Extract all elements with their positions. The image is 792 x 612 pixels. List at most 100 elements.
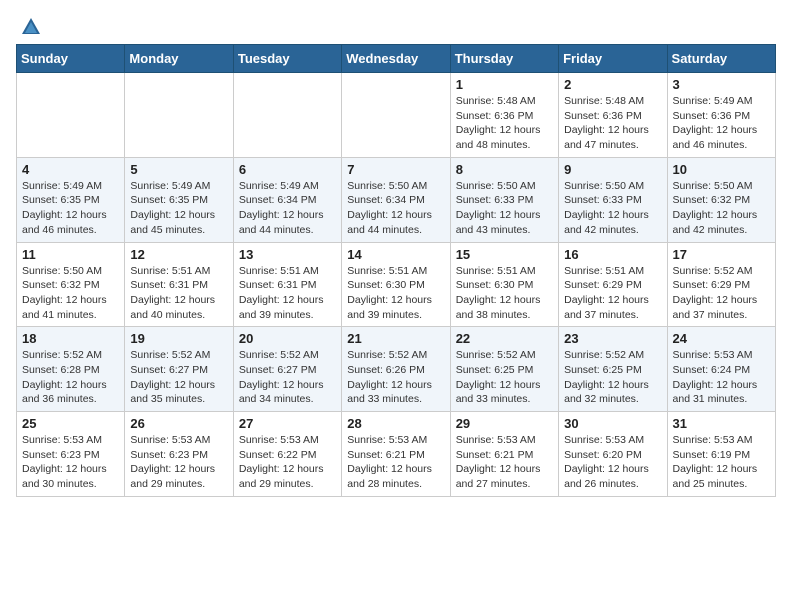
day-number: 25 <box>22 416 119 431</box>
day-info-line: Daylight: 12 hours <box>22 378 119 393</box>
day-info-line: Sunset: 6:21 PM <box>456 448 553 463</box>
day-number: 26 <box>130 416 227 431</box>
day-info-line: Daylight: 12 hours <box>239 462 336 477</box>
day-info-line: Sunrise: 5:52 AM <box>673 264 770 279</box>
day-info-line: Daylight: 12 hours <box>564 293 661 308</box>
day-info-line: Daylight: 12 hours <box>456 293 553 308</box>
calendar-cell: 2Sunrise: 5:48 AMSunset: 6:36 PMDaylight… <box>559 73 667 158</box>
day-info-line: Sunrise: 5:50 AM <box>456 179 553 194</box>
calendar-cell: 23Sunrise: 5:52 AMSunset: 6:25 PMDayligh… <box>559 327 667 412</box>
day-info-line: Sunset: 6:23 PM <box>130 448 227 463</box>
day-info-line: and 39 minutes. <box>347 308 444 323</box>
day-info-line: Sunrise: 5:50 AM <box>673 179 770 194</box>
day-info-line: Sunrise: 5:53 AM <box>239 433 336 448</box>
calendar-week-row: 18Sunrise: 5:52 AMSunset: 6:28 PMDayligh… <box>17 327 776 412</box>
day-info-line: Sunset: 6:31 PM <box>130 278 227 293</box>
day-number: 6 <box>239 162 336 177</box>
day-number: 3 <box>673 77 770 92</box>
calendar-cell: 29Sunrise: 5:53 AMSunset: 6:21 PMDayligh… <box>450 412 558 497</box>
day-info-line: Sunset: 6:23 PM <box>22 448 119 463</box>
day-info-line: Sunset: 6:32 PM <box>673 193 770 208</box>
day-info-line: Sunset: 6:36 PM <box>456 109 553 124</box>
day-info-line: Sunrise: 5:52 AM <box>456 348 553 363</box>
day-info-line: and 41 minutes. <box>22 308 119 323</box>
day-info-line: Sunrise: 5:52 AM <box>347 348 444 363</box>
logo <box>16 16 42 34</box>
day-info-line: Sunrise: 5:50 AM <box>347 179 444 194</box>
day-info-line: Sunset: 6:24 PM <box>673 363 770 378</box>
page-header <box>16 16 776 34</box>
day-info-line: Daylight: 12 hours <box>239 293 336 308</box>
day-info-line: Sunrise: 5:51 AM <box>130 264 227 279</box>
day-number: 13 <box>239 247 336 262</box>
day-info-line: and 35 minutes. <box>130 392 227 407</box>
day-number: 2 <box>564 77 661 92</box>
day-info-line: Sunset: 6:36 PM <box>673 109 770 124</box>
day-number: 12 <box>130 247 227 262</box>
day-info-line: Sunrise: 5:53 AM <box>456 433 553 448</box>
header-friday: Friday <box>559 45 667 73</box>
day-info-line: Sunrise: 5:53 AM <box>347 433 444 448</box>
day-info-line: and 25 minutes. <box>673 477 770 492</box>
day-info-line: Sunset: 6:28 PM <box>22 363 119 378</box>
calendar-cell: 13Sunrise: 5:51 AMSunset: 6:31 PMDayligh… <box>233 242 341 327</box>
day-number: 23 <box>564 331 661 346</box>
day-info-line: Daylight: 12 hours <box>564 462 661 477</box>
calendar-week-row: 25Sunrise: 5:53 AMSunset: 6:23 PMDayligh… <box>17 412 776 497</box>
day-info-line: and 46 minutes. <box>22 223 119 238</box>
day-info-line: Sunset: 6:30 PM <box>456 278 553 293</box>
calendar-cell: 27Sunrise: 5:53 AMSunset: 6:22 PMDayligh… <box>233 412 341 497</box>
day-info-line: and 36 minutes. <box>22 392 119 407</box>
calendar-cell: 19Sunrise: 5:52 AMSunset: 6:27 PMDayligh… <box>125 327 233 412</box>
calendar-week-row: 1Sunrise: 5:48 AMSunset: 6:36 PMDaylight… <box>17 73 776 158</box>
day-info-line: and 40 minutes. <box>130 308 227 323</box>
day-info-line: and 29 minutes. <box>130 477 227 492</box>
day-info-line: Daylight: 12 hours <box>130 208 227 223</box>
calendar-cell: 9 Sunrise: 5:50 AMSunset: 6:33 PMDaylight… <box>559 157 667 242</box>
logo-icon <box>20 16 42 38</box>
day-info-line: Sunrise: 5:51 AM <box>564 264 661 279</box>
day-info-line: Daylight: 12 hours <box>347 293 444 308</box>
day-info-line: Daylight: 12 hours <box>564 378 661 393</box>
day-info-line: Sunset: 6:30 PM <box>347 278 444 293</box>
day-info-line: and 46 minutes. <box>673 138 770 153</box>
calendar-cell: 3Sunrise: 5:49 AMSunset: 6:36 PMDaylight… <box>667 73 775 158</box>
day-info-line: Sunset: 6:33 PM <box>564 193 661 208</box>
day-info-line: and 47 minutes. <box>564 138 661 153</box>
day-info-line: Daylight: 12 hours <box>239 208 336 223</box>
day-info-line: Sunrise: 5:49 AM <box>673 94 770 109</box>
day-info-line: and 44 minutes. <box>239 223 336 238</box>
day-number: 14 <box>347 247 444 262</box>
day-info-line: Daylight: 12 hours <box>456 208 553 223</box>
day-info-line: Sunrise: 5:48 AM <box>456 94 553 109</box>
day-number: 18 <box>22 331 119 346</box>
day-info-line: Daylight: 12 hours <box>456 462 553 477</box>
day-number: 9 <box>564 162 661 177</box>
day-info-line: Daylight: 12 hours <box>673 208 770 223</box>
day-info-line: Daylight: 12 hours <box>564 208 661 223</box>
day-info-line: Sunrise: 5:52 AM <box>22 348 119 363</box>
calendar-cell: 15Sunrise: 5:51 AMSunset: 6:30 PMDayligh… <box>450 242 558 327</box>
calendar-cell: 18 Sunrise: 5:52 AMSunset: 6:28 PMDayligh… <box>17 327 125 412</box>
day-info-line: and 37 minutes. <box>564 308 661 323</box>
day-info-line: Sunrise: 5:53 AM <box>673 348 770 363</box>
day-info-line: Sunrise: 5:50 AM <box>564 179 661 194</box>
day-info-line: Sunrise: 5:48 AM <box>564 94 661 109</box>
day-info-line: Sunset: 6:19 PM <box>673 448 770 463</box>
calendar-cell <box>342 73 450 158</box>
calendar-cell: 28Sunrise: 5:53 AMSunset: 6:21 PMDayligh… <box>342 412 450 497</box>
day-info-line: Sunrise: 5:49 AM <box>130 179 227 194</box>
day-info-line: and 39 minutes. <box>239 308 336 323</box>
day-info-line: Daylight: 12 hours <box>673 293 770 308</box>
day-info-line: Daylight: 12 hours <box>347 462 444 477</box>
day-number: 7 <box>347 162 444 177</box>
calendar-cell: 4Sunrise: 5:49 AMSunset: 6:35 PMDaylight… <box>17 157 125 242</box>
day-info-line: Daylight: 12 hours <box>673 462 770 477</box>
day-info-line: and 31 minutes. <box>673 392 770 407</box>
day-info-line: Daylight: 12 hours <box>22 462 119 477</box>
day-info-line: Sunset: 6:33 PM <box>456 193 553 208</box>
day-info-line: Sunrise: 5:49 AM <box>239 179 336 194</box>
day-info-line: Sunrise: 5:52 AM <box>239 348 336 363</box>
day-info-line: and 26 minutes. <box>564 477 661 492</box>
calendar-cell: 12Sunrise: 5:51 AMSunset: 6:31 PMDayligh… <box>125 242 233 327</box>
